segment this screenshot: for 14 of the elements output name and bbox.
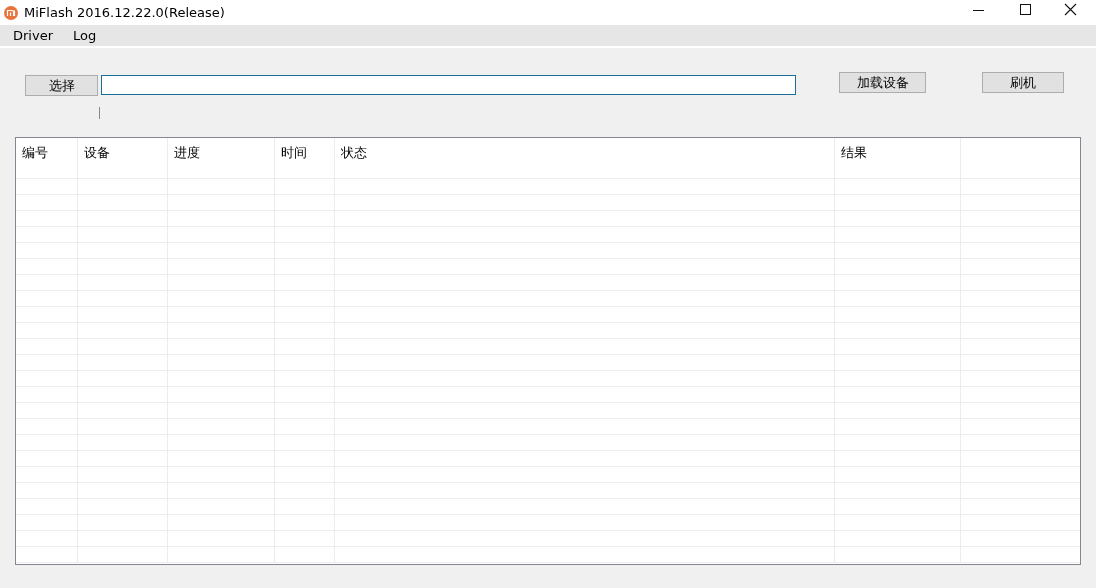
app-logo-icon	[4, 5, 18, 20]
window-title: MiFlash 2016.12.22.0(Release)	[24, 5, 225, 20]
column-header[interactable]: 结果	[835, 138, 961, 178]
path-field[interactable]	[101, 75, 796, 95]
column-header[interactable]: 设备	[78, 138, 168, 178]
select-button[interactable]: 选择	[25, 75, 98, 96]
menu-item[interactable]: Driver	[6, 28, 60, 43]
load-devices-button[interactable]: 加载设备	[839, 72, 926, 93]
flash-button[interactable]: 刷机	[982, 72, 1064, 93]
menu-item[interactable]: Log	[66, 28, 104, 43]
column-header[interactable]: 进度	[168, 138, 275, 178]
column-header[interactable]: 状态	[335, 138, 835, 178]
column-header[interactable]: 编号	[16, 138, 78, 178]
column-header[interactable]: 时间	[275, 138, 335, 178]
